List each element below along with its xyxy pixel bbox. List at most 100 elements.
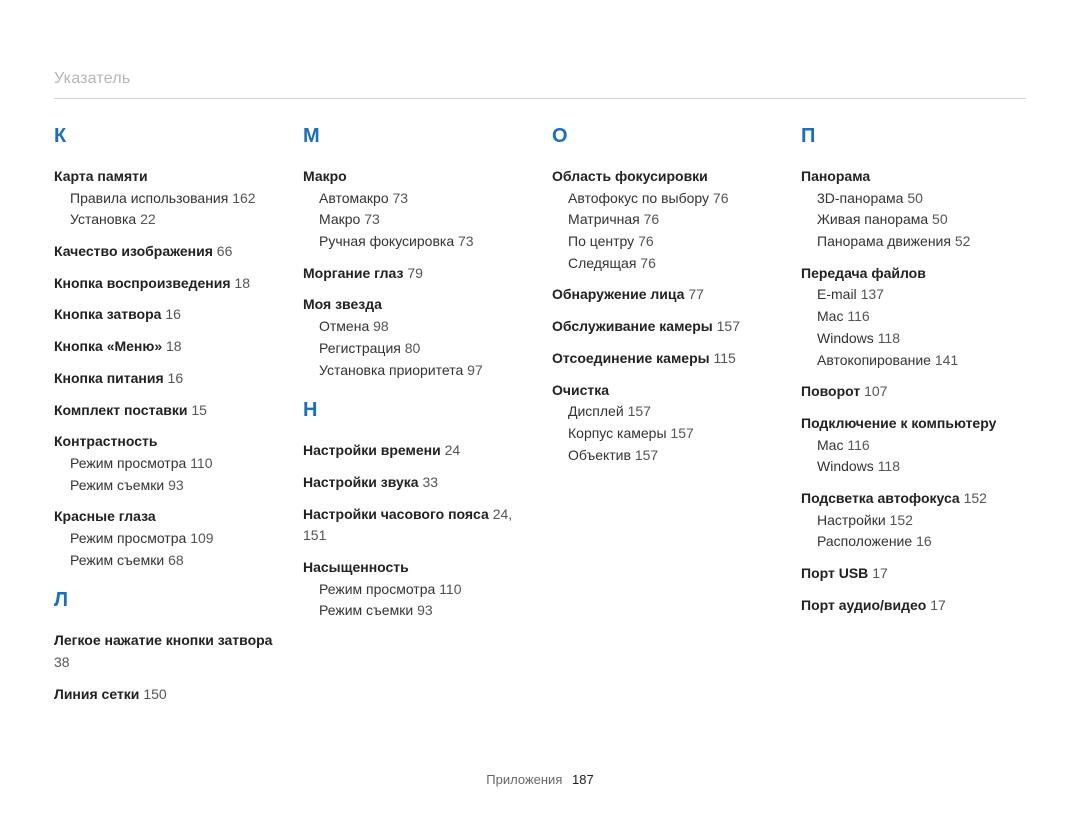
page-number[interactable]: 66 bbox=[217, 243, 233, 259]
sub-entry[interactable]: 3D-панорама 50 bbox=[817, 188, 1026, 210]
entry-title[interactable]: Кнопка воспроизведения 18 bbox=[54, 273, 279, 295]
page-number[interactable]: 77 bbox=[688, 286, 704, 302]
page-number[interactable]: 157 bbox=[717, 318, 740, 334]
entry-title[interactable]: Легкое нажатие кнопки затвора 38 bbox=[54, 630, 279, 673]
entry-title[interactable]: Передача файлов bbox=[801, 263, 1026, 285]
sub-entry[interactable]: Mac 116 bbox=[817, 306, 1026, 328]
page-number[interactable]: 52 bbox=[955, 233, 971, 249]
sub-entry[interactable]: Макро 73 bbox=[319, 209, 528, 231]
sub-entry[interactable]: Установка 22 bbox=[70, 209, 279, 231]
page-number[interactable]: 118 bbox=[878, 458, 900, 474]
page-number[interactable]: 38 bbox=[54, 654, 70, 670]
entry-title[interactable]: Панорама bbox=[801, 166, 1026, 188]
sub-entry[interactable]: E-mail 137 bbox=[817, 284, 1026, 306]
sub-entry[interactable]: Режим съемки 93 bbox=[70, 475, 279, 497]
page-number[interactable]: 16 bbox=[165, 306, 181, 322]
sub-entry[interactable]: Режим съемки 93 bbox=[319, 600, 528, 622]
entry-title[interactable]: Моргание глаз 79 bbox=[303, 263, 528, 285]
page-number[interactable]: 33 bbox=[422, 474, 438, 490]
entry-title[interactable]: Отсоединение камеры 115 bbox=[552, 348, 777, 370]
entry-title[interactable]: Подсветка автофокуса 152 bbox=[801, 488, 1026, 510]
page-number[interactable]: 76 bbox=[644, 211, 660, 227]
sub-entry[interactable]: Режим просмотра 110 bbox=[70, 453, 279, 475]
page-number[interactable]: 116 bbox=[847, 437, 869, 453]
sub-entry[interactable]: Windows 118 bbox=[817, 328, 1026, 350]
page-number[interactable]: 18 bbox=[234, 275, 250, 291]
page-number[interactable]: 141 bbox=[935, 352, 958, 368]
sub-entry[interactable]: Mac 116 bbox=[817, 435, 1026, 457]
page-number[interactable]: 97 bbox=[467, 362, 483, 378]
sub-entry[interactable]: Настройки 152 bbox=[817, 510, 1026, 532]
page-number[interactable]: 24, 151 bbox=[303, 506, 512, 544]
sub-entry[interactable]: Установка приоритета 97 bbox=[319, 360, 528, 382]
sub-entry[interactable]: Автокопирование 141 bbox=[817, 350, 1026, 372]
page-number[interactable]: 107 bbox=[864, 383, 887, 399]
sub-entry[interactable]: Ручная фокусировка 73 bbox=[319, 231, 528, 253]
entry-title[interactable]: Подключение к компьютеру bbox=[801, 413, 1026, 435]
entry-title[interactable]: Очистка bbox=[552, 380, 777, 402]
page-number[interactable]: 157 bbox=[670, 425, 693, 441]
page-number[interactable]: 68 bbox=[168, 552, 184, 568]
entry-title[interactable]: Порт USB 17 bbox=[801, 563, 1026, 585]
entry-title[interactable]: Моя звезда bbox=[303, 294, 528, 316]
entry-title[interactable]: Область фокусировки bbox=[552, 166, 777, 188]
page-number[interactable]: 73 bbox=[393, 190, 409, 206]
entry-title[interactable]: Настройки часового пояса 24, 151 bbox=[303, 504, 528, 547]
entry-title[interactable]: Качество изображения 66 bbox=[54, 241, 279, 263]
page-number[interactable]: 50 bbox=[932, 211, 948, 227]
page-number[interactable]: 109 bbox=[190, 530, 213, 546]
page-number[interactable]: 16 bbox=[168, 370, 184, 386]
page-number[interactable]: 15 bbox=[191, 402, 207, 418]
entry-title[interactable]: Красные глаза bbox=[54, 506, 279, 528]
page-number[interactable]: 157 bbox=[635, 447, 658, 463]
sub-entry[interactable]: Автофокус по выбору 76 bbox=[568, 188, 777, 210]
page-number[interactable]: 80 bbox=[405, 340, 421, 356]
sub-entry[interactable]: Объектив 157 bbox=[568, 445, 777, 467]
page-number[interactable]: 98 bbox=[373, 318, 389, 334]
entry-title[interactable]: Комплект поставки 15 bbox=[54, 400, 279, 422]
page-number[interactable]: 93 bbox=[417, 602, 433, 618]
page-number[interactable]: 137 bbox=[861, 286, 884, 302]
page-number[interactable]: 118 bbox=[878, 330, 900, 346]
page-number[interactable]: 116 bbox=[847, 308, 869, 324]
sub-entry[interactable]: Режим съемки 68 bbox=[70, 550, 279, 572]
page-number[interactable]: 79 bbox=[407, 265, 423, 281]
sub-entry[interactable]: Регистрация 80 bbox=[319, 338, 528, 360]
page-number[interactable]: 76 bbox=[638, 233, 654, 249]
page-number[interactable]: 18 bbox=[166, 338, 182, 354]
page-number[interactable]: 24 bbox=[445, 442, 461, 458]
page-number[interactable]: 152 bbox=[964, 490, 987, 506]
page-number[interactable]: 16 bbox=[916, 533, 932, 549]
page-number[interactable]: 93 bbox=[168, 477, 184, 493]
sub-entry[interactable]: По центру 76 bbox=[568, 231, 777, 253]
page-number[interactable]: 76 bbox=[640, 255, 656, 271]
entry-title[interactable]: Кнопка «Меню» 18 bbox=[54, 336, 279, 358]
sub-entry[interactable]: Матричная 76 bbox=[568, 209, 777, 231]
entry-title[interactable]: Контрастность bbox=[54, 431, 279, 453]
page-number[interactable]: 73 bbox=[458, 233, 474, 249]
page-number[interactable]: 50 bbox=[907, 190, 923, 206]
page-number[interactable]: 157 bbox=[628, 403, 651, 419]
entry-title[interactable]: Карта памяти bbox=[54, 166, 279, 188]
page-number[interactable]: 115 bbox=[714, 350, 736, 366]
sub-entry[interactable]: Расположение 16 bbox=[817, 531, 1026, 553]
page-number[interactable]: 162 bbox=[232, 190, 255, 206]
entry-title[interactable]: Насыщенность bbox=[303, 557, 528, 579]
sub-entry[interactable]: Дисплей 157 bbox=[568, 401, 777, 423]
sub-entry[interactable]: Следящая 76 bbox=[568, 253, 777, 275]
entry-title[interactable]: Макро bbox=[303, 166, 528, 188]
page-number[interactable]: 152 bbox=[890, 512, 913, 528]
entry-title[interactable]: Обслуживание камеры 157 bbox=[552, 316, 777, 338]
entry-title[interactable]: Настройки времени 24 bbox=[303, 440, 528, 462]
sub-entry[interactable]: Windows 118 bbox=[817, 456, 1026, 478]
sub-entry[interactable]: Корпус камеры 157 bbox=[568, 423, 777, 445]
page-number[interactable]: 150 bbox=[143, 686, 166, 702]
entry-title[interactable]: Линия сетки 150 bbox=[54, 684, 279, 706]
entry-title[interactable]: Кнопка затвора 16 bbox=[54, 304, 279, 326]
page-number[interactable]: 76 bbox=[713, 190, 729, 206]
page-number[interactable]: 22 bbox=[140, 211, 156, 227]
page-number[interactable]: 110 bbox=[190, 455, 212, 471]
entry-title[interactable]: Поворот 107 bbox=[801, 381, 1026, 403]
sub-entry[interactable]: Панорама движения 52 bbox=[817, 231, 1026, 253]
page-number[interactable]: 17 bbox=[930, 597, 946, 613]
